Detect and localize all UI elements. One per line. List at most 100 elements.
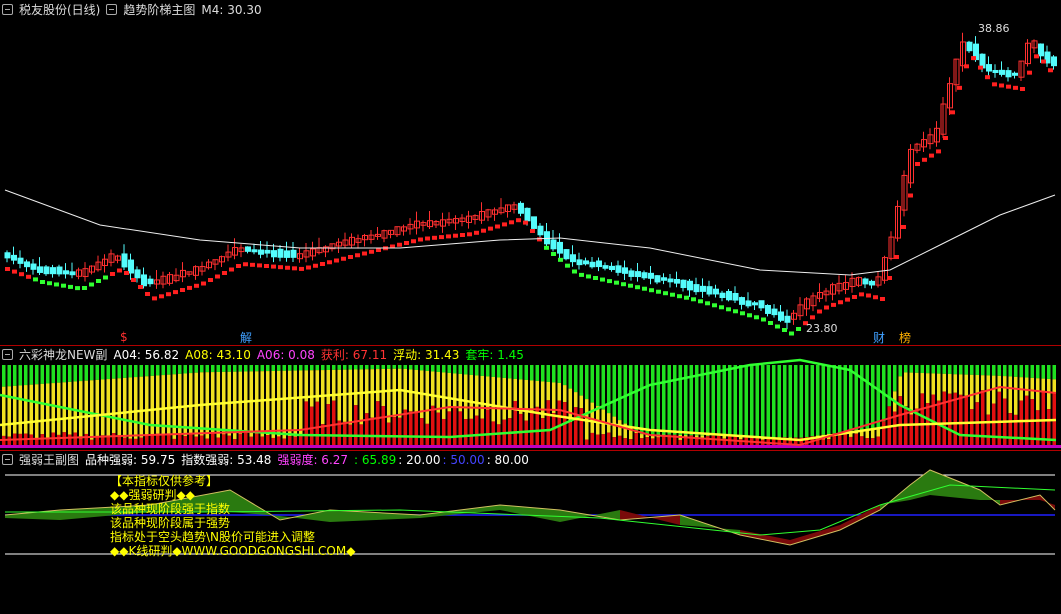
trend-step (551, 252, 556, 256)
marker-bang[interactable]: 榜 (899, 329, 911, 345)
candle-body (1051, 56, 1057, 67)
trend-step (222, 271, 227, 275)
bar-green (1025, 365, 1029, 378)
bar-yellow (508, 378, 512, 419)
trend-step (719, 305, 724, 310)
bar-yellow (552, 382, 556, 414)
bar-green (876, 365, 880, 428)
trend-step (124, 271, 129, 275)
trend-step (670, 292, 675, 297)
candle-body (778, 311, 784, 321)
bar-green (431, 365, 435, 372)
bar-red (865, 438, 869, 445)
bar-green (805, 365, 809, 438)
candle-body (726, 291, 732, 301)
trend-step (292, 266, 297, 271)
bar-red (557, 400, 561, 445)
bar-green (7, 365, 11, 387)
bar-green (640, 365, 644, 435)
note-line: 【本指标仅供参考】 (110, 474, 219, 488)
bar-yellow (2, 386, 6, 436)
bar-green (788, 365, 792, 438)
note-line: ◆◆强弱研判◆◆ (110, 488, 195, 502)
sub-chart-2-panel[interactable]: 强弱王副图 品种强弱: 59.75 指数强弱: 53.48 强弱度: 6.27: 65… (0, 450, 1061, 614)
bar-green (106, 365, 110, 380)
bar-green (942, 365, 946, 374)
bar-green (920, 365, 924, 374)
bar-green (40, 365, 44, 384)
bar-yellow (497, 377, 501, 425)
candle-body (986, 64, 992, 72)
candlestick-chart[interactable] (0, 0, 1061, 345)
bar-yellow (942, 373, 946, 392)
trend-step (1041, 59, 1046, 64)
trend-step (684, 295, 689, 300)
bar-red (205, 438, 209, 445)
bar-yellow (535, 380, 539, 407)
bar-green (750, 365, 754, 437)
candle-body (1012, 72, 1018, 76)
trend-step (376, 248, 381, 252)
bar-green (200, 365, 204, 373)
candle-body (531, 216, 537, 229)
candle-body (4, 252, 11, 259)
bar-green (95, 365, 99, 380)
trend-step (579, 272, 584, 277)
trend-step (831, 302, 836, 307)
bar-green (244, 365, 248, 372)
bar-green (310, 365, 314, 371)
bar-red (376, 401, 380, 445)
bar-yellow (40, 383, 44, 435)
collapse-icon[interactable] (2, 4, 13, 15)
bar-yellow (1030, 377, 1034, 400)
bar-yellow (1014, 376, 1018, 415)
bar-green (233, 365, 237, 372)
bar-yellow (964, 374, 968, 396)
marker-dollar[interactable]: $ (120, 330, 128, 344)
marker-cai[interactable]: 财 (873, 329, 885, 345)
bar-yellow (359, 369, 363, 425)
collapse-icon[interactable] (106, 4, 118, 15)
bar-green (717, 365, 721, 436)
bar-green (986, 365, 990, 376)
main-chart-header: 税友股份(日线) 趋势阶梯主图 M4: 30.30 (2, 2, 268, 18)
marker-jie[interactable]: 解 (240, 329, 252, 345)
candle-body (245, 246, 251, 252)
bar-green (178, 365, 182, 374)
bar-green (898, 365, 902, 377)
trend-step (236, 264, 241, 268)
bar-green (1041, 365, 1045, 379)
collapse-icon[interactable] (2, 349, 13, 360)
trend-step (12, 269, 17, 274)
bar-green (392, 365, 396, 369)
bar-green (370, 365, 374, 370)
candle-body (37, 266, 43, 273)
bar-green (519, 365, 523, 380)
trend-step (691, 297, 696, 302)
trend-step (19, 272, 24, 277)
bar-red (35, 439, 39, 445)
trend-step (677, 294, 682, 299)
trend-step (369, 249, 374, 254)
trend-step (75, 286, 80, 291)
sub-chart-1-header: 六彩神龙NEW副 A04: 56.82 A08: 43.10 A06: 0.08 获利:… (2, 347, 530, 363)
sub-chart-1-panel[interactable]: 六彩神龙NEW副 A04: 56.82 A08: 43.10 A06: 0.08 获利:… (0, 345, 1061, 450)
bar-red (398, 417, 402, 445)
bar-green (541, 365, 545, 382)
bar-green (673, 365, 677, 435)
collapse-icon[interactable] (2, 454, 13, 465)
trend-step (439, 235, 444, 240)
bar-green (227, 365, 231, 372)
candle-body (17, 257, 24, 264)
bar-green (13, 365, 17, 386)
bar-green (315, 365, 319, 371)
bar-red (700, 438, 704, 445)
candle-body (589, 261, 596, 268)
bar-yellow (469, 374, 473, 419)
trend-step (5, 267, 10, 271)
main-chart-panel[interactable]: 税友股份(日线) 趋势阶梯主图 M4: 30.30 38.86 23.80 $ 解 … (0, 0, 1061, 345)
bar-red (282, 438, 286, 445)
bar-yellow (282, 370, 286, 439)
trend-step (1034, 54, 1039, 59)
trend-step (47, 281, 52, 286)
